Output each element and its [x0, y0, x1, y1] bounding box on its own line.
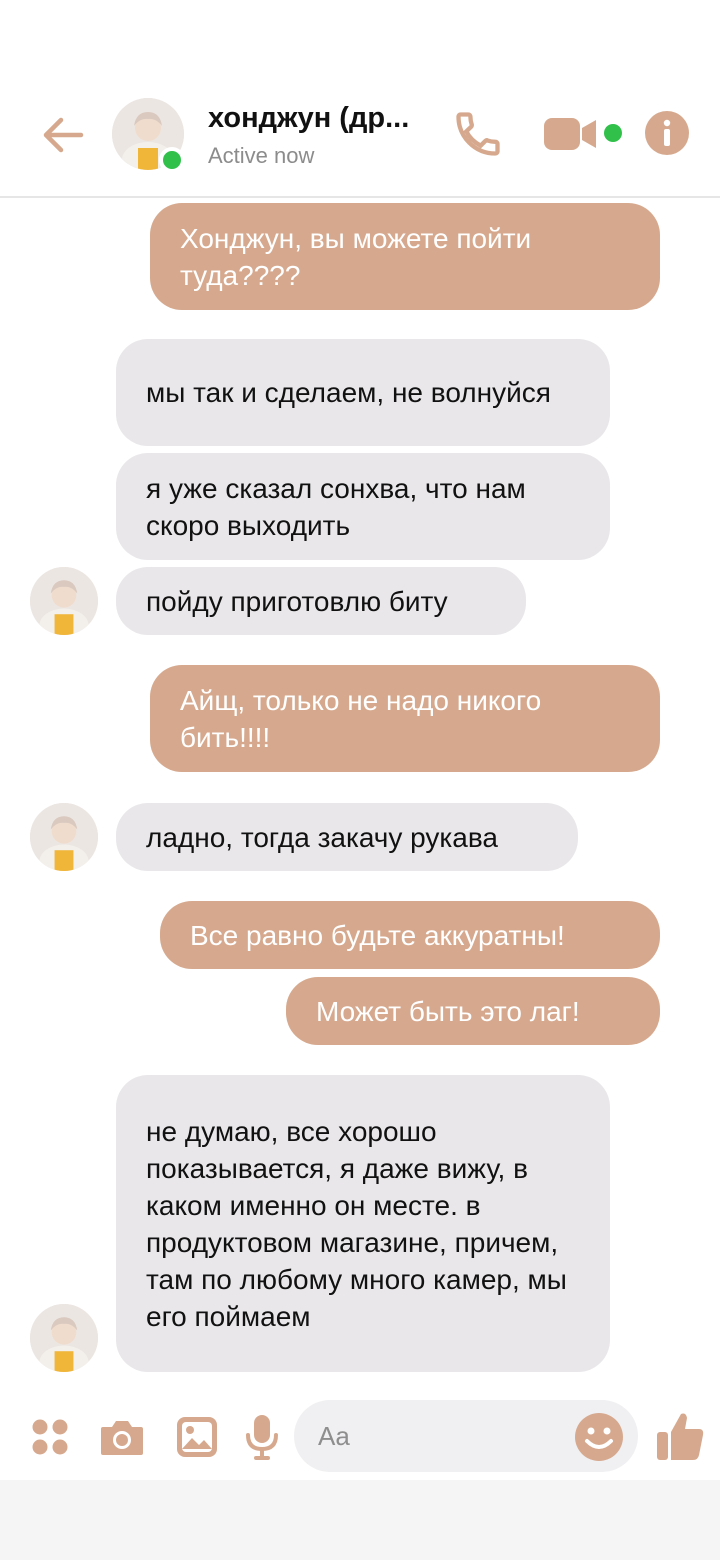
apps-icon: [32, 1419, 68, 1455]
message-sent[interactable]: Может быть это лаг!: [286, 977, 660, 1045]
contact-avatar-small[interactable]: [30, 567, 98, 635]
system-navigation-bar: [0, 1480, 720, 1560]
message-received[interactable]: я уже сказал сонхва, что нам скоро выход…: [116, 453, 610, 560]
gallery-icon: [177, 1417, 217, 1457]
arrow-left-icon: [43, 117, 84, 153]
emoji-icon: [575, 1413, 623, 1461]
message-received[interactable]: ладно, тогда закачу рукава: [116, 803, 578, 871]
video-camera-icon: [544, 118, 596, 150]
online-indicator: [159, 147, 185, 173]
message-received[interactable]: мы так и сделаем, не волнуйся: [116, 339, 610, 446]
message-received[interactable]: не думаю, все хорошо показывается, я даж…: [116, 1075, 610, 1372]
camera-icon: [101, 1421, 143, 1455]
microphone-button[interactable]: [244, 1412, 280, 1462]
gallery-button[interactable]: [174, 1414, 220, 1460]
chat-header: хонджун (др... Active now: [0, 0, 720, 198]
contact-avatar-small[interactable]: [30, 803, 98, 871]
back-button[interactable]: [36, 108, 90, 162]
contact-status: Active now: [208, 143, 315, 168]
message-received[interactable]: пойду приготовлю биту: [116, 567, 526, 635]
thumbs-up-icon: [657, 1413, 704, 1460]
info-button[interactable]: [644, 110, 690, 156]
camera-button[interactable]: [98, 1414, 146, 1460]
apps-button[interactable]: [30, 1414, 70, 1460]
video-online-indicator: [604, 124, 622, 142]
phone-icon: [456, 112, 500, 156]
message-sent[interactable]: Все равно будьте аккуратны!: [160, 901, 660, 969]
contact-name[interactable]: хонджун (др...: [208, 102, 428, 135]
message-sent[interactable]: Хонджун, вы можете пойти туда????: [150, 203, 660, 310]
like-button[interactable]: [654, 1408, 706, 1464]
info-icon: [645, 111, 689, 155]
contact-avatar-small[interactable]: [30, 1304, 98, 1372]
message-sent[interactable]: Айщ, только не надо никого бить!!!!: [150, 665, 660, 772]
emoji-button[interactable]: [574, 1412, 624, 1462]
microphone-icon: [246, 1415, 278, 1460]
video-call-button[interactable]: [542, 112, 602, 156]
call-button[interactable]: [450, 106, 506, 162]
